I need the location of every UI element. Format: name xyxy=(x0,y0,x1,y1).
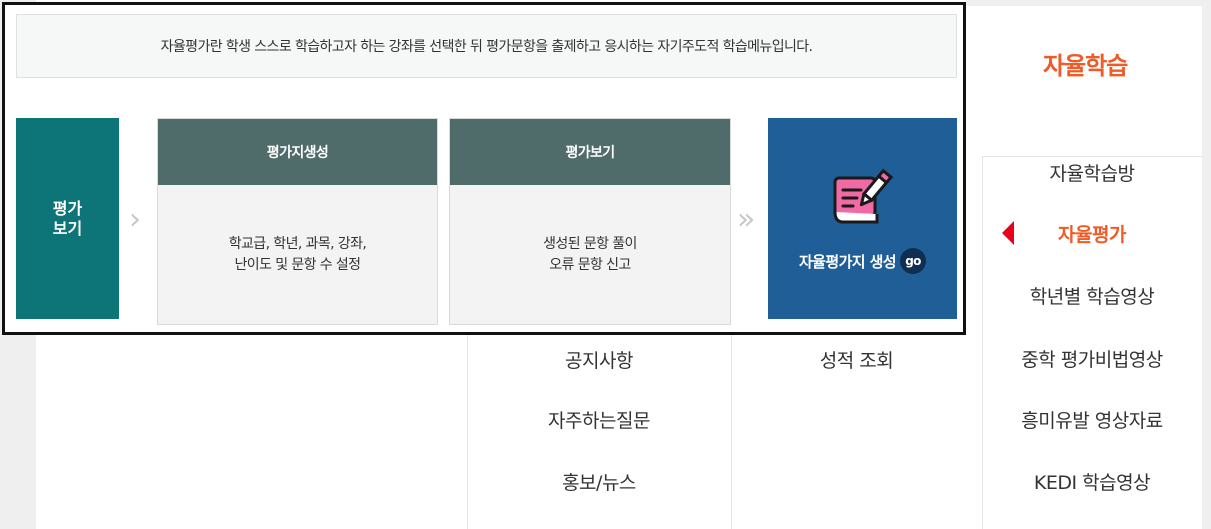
menu-link-faq[interactable]: 자주하는질문 xyxy=(467,406,731,433)
double-chevron-right-icon: » xyxy=(737,202,756,237)
step-card-description: 학교급, 학년, 과목, 강좌, 난이도 및 문항 수 설정 xyxy=(228,235,367,273)
side-nav-title: 자율학습 xyxy=(1043,52,1128,80)
menu-link-news[interactable]: 홍보/뉴스 xyxy=(467,468,731,495)
side-nav-item-grade-videos[interactable]: 학년별 학습영상 xyxy=(982,282,1202,309)
book-pencil-icon xyxy=(833,168,893,224)
step-card-title: 평가지생성 xyxy=(158,119,437,185)
self-assessment-guide-popup: 자율평가란 학생 스스로 학습하고자 하는 강좌를 선택한 뒤 평가문항을 출제… xyxy=(2,2,966,335)
step-card-create-sheet: 평가지생성 학교급, 학년, 과목, 강좌, 난이도 및 문항 수 설정 xyxy=(157,118,438,325)
side-nav-item-interest-videos[interactable]: 흥미유발 영상자료 xyxy=(982,406,1202,433)
chevron-right-icon: › xyxy=(129,202,141,237)
side-nav-item-kedi-videos[interactable]: KEDI 학습영상 xyxy=(982,468,1202,495)
intro-description: 자율평가란 학생 스스로 학습하고자 하는 강좌를 선택한 뒤 평가문항을 출제… xyxy=(16,14,957,78)
step-card-view-assessment: 평가보기 생성된 문항 풀이 오류 문항 신고 xyxy=(449,118,731,325)
side-nav-item-self-assessment[interactable]: 자율평가 xyxy=(982,220,1202,247)
create-button-label-row: 자율평가지 생성 go xyxy=(768,248,957,274)
page-right-gutter xyxy=(1202,0,1211,529)
side-nav-item-self-study-room[interactable]: 자율학습방 xyxy=(982,159,1202,186)
step-card-description: 생성된 문항 풀이 오류 문항 신고 xyxy=(543,235,637,273)
menu-link-notice[interactable]: 공지사항 xyxy=(467,346,731,373)
step-card-title: 평가보기 xyxy=(450,119,730,185)
create-button-label: 자율평가지 생성 xyxy=(798,252,897,271)
side-nav-divider xyxy=(982,156,1202,157)
create-self-assessment-button[interactable]: 자율평가지 생성 go xyxy=(768,118,957,319)
go-badge: go xyxy=(900,248,927,274)
side-nav-item-middle-school-tips[interactable]: 중학 평가비법영상 xyxy=(982,345,1202,372)
menu-link-grade-lookup[interactable]: 성적 조회 xyxy=(731,346,982,373)
step-view-assessment: 평가 보기 xyxy=(16,118,119,319)
page-top-gutter xyxy=(966,0,1211,6)
